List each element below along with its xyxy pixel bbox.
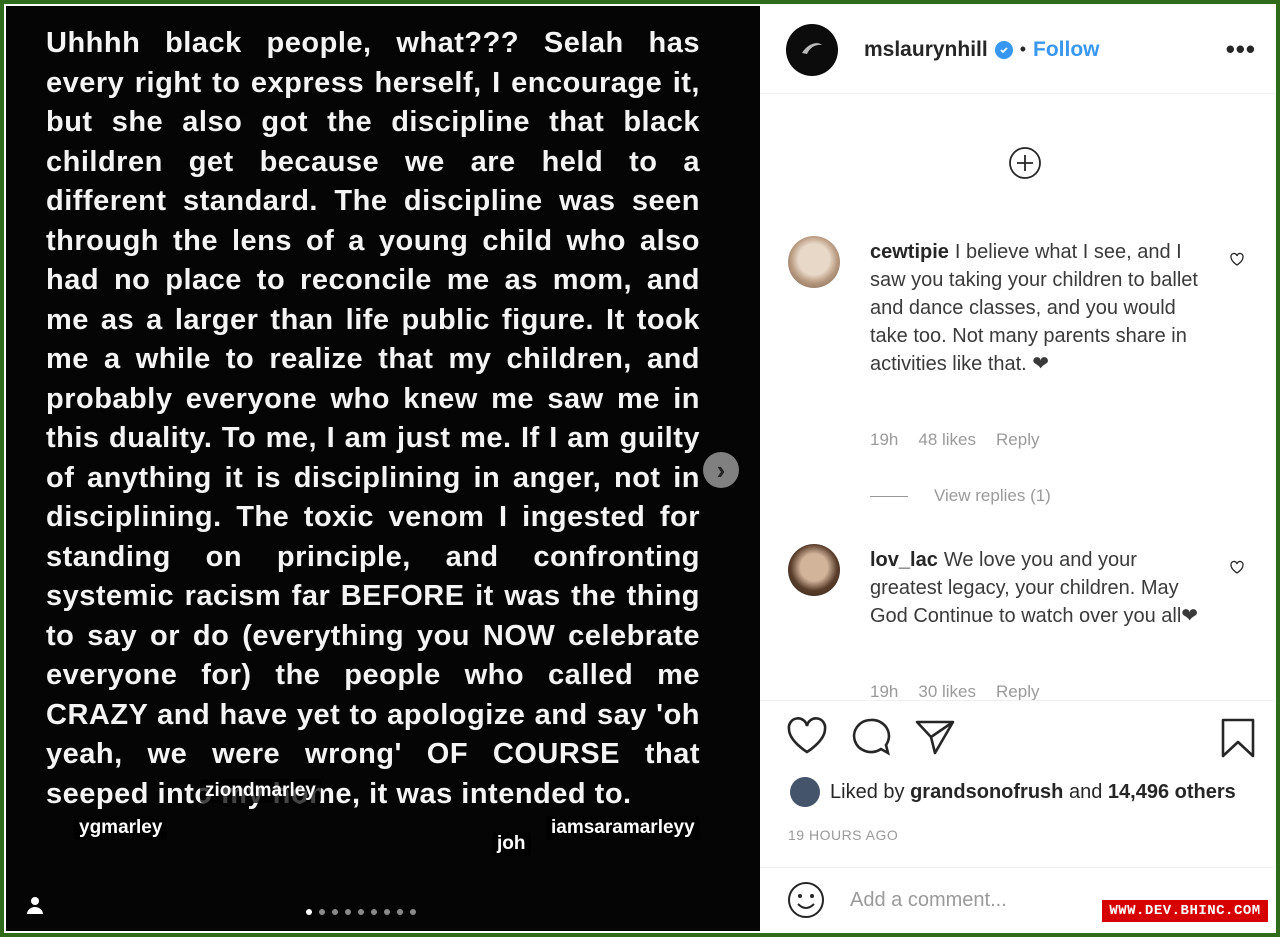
comment-item: lov_lac We love you and your greatest leg…	[788, 544, 1258, 704]
comment-body: lov_lac We love you and your greatest leg…	[870, 546, 1210, 630]
user-tag[interactable]: ziondmarley	[200, 779, 321, 803]
user-tag[interactable]: ygmarley	[74, 816, 168, 840]
carousel-dot	[358, 909, 364, 915]
post-image: Uhhhh black people, what??? Selah has ev…	[6, 6, 760, 931]
liked-by-prefix: Liked by	[830, 780, 905, 803]
action-icons	[786, 717, 956, 757]
comment-likes[interactable]: 30 likes	[918, 682, 976, 702]
liked-by-user[interactable]: grandsonofrush	[910, 781, 1063, 804]
carousel-dot	[345, 909, 351, 915]
comment-username[interactable]: cewtipie	[870, 241, 949, 263]
emoji-icon[interactable]	[786, 880, 826, 920]
divider	[870, 495, 908, 497]
more-options-button[interactable]: •••	[1226, 34, 1256, 65]
reply-button[interactable]: Reply	[996, 682, 1039, 702]
avatar[interactable]	[786, 23, 838, 76]
post-actions: Liked by grandsonofrush and 14,496 other…	[760, 700, 1274, 931]
next-slide-button[interactable]: ›	[703, 452, 739, 488]
liked-by: Liked by grandsonofrush and 14,496 other…	[790, 777, 1236, 807]
comment-item: cewtipie I believe what I see, and I saw …	[788, 236, 1258, 505]
carousel-dot	[332, 909, 338, 915]
carousel-dot	[397, 909, 403, 915]
user-tag[interactable]: joh	[492, 832, 531, 856]
post-timestamp[interactable]: 19 HOURS AGO	[788, 827, 898, 843]
load-more-comments-icon[interactable]	[1008, 146, 1042, 180]
instagram-post-frame: Uhhhh black people, what??? Selah has ev…	[4, 4, 1276, 933]
like-comment-icon[interactable]	[1228, 250, 1246, 268]
verified-badge-icon	[994, 40, 1013, 59]
carousel-dot	[319, 909, 325, 915]
share-paper-plane-icon[interactable]	[914, 717, 956, 757]
bookmark-icon[interactable]	[1220, 717, 1256, 759]
carousel-dots	[306, 909, 416, 915]
comment-bubble-icon[interactable]	[850, 717, 892, 757]
comment-username[interactable]: lov_lac	[870, 549, 938, 571]
separator: •	[1019, 39, 1027, 59]
chevron-right-icon: ›	[716, 454, 726, 485]
watermark: WWW.DEV.BHINC.COM	[1102, 900, 1268, 922]
like-heart-icon[interactable]	[786, 717, 828, 757]
comment-time: 19h	[870, 430, 899, 449]
post-side-panel: mslaurynhill • Follow ••• cewtipie I beli…	[760, 6, 1274, 931]
carousel-dot	[410, 909, 416, 915]
carousel-dot	[371, 909, 377, 915]
avatar[interactable]	[788, 236, 840, 288]
carousel-dot	[384, 909, 390, 915]
profile-logo-icon	[802, 42, 822, 54]
avatar[interactable]	[790, 777, 820, 807]
follow-button[interactable]: Follow	[1033, 38, 1100, 62]
comment-time: 19h	[870, 682, 899, 701]
liked-by-count[interactable]: 14,496 others	[1108, 781, 1236, 804]
user-tag-icon[interactable]	[24, 894, 46, 916]
user-tag[interactable]: iamsaramarleyy	[546, 816, 700, 840]
comment-body: cewtipie I believe what I see, and I saw …	[870, 238, 1210, 378]
comment-meta: 19h 30 likes Reply	[870, 682, 1039, 702]
avatar[interactable]	[788, 544, 840, 596]
post-header: mslaurynhill • Follow •••	[760, 6, 1274, 94]
post-text: Uhhhh black people, what??? Selah has ev…	[46, 27, 700, 810]
username[interactable]: mslaurynhill	[864, 38, 988, 62]
comment-likes[interactable]: 48 likes	[918, 430, 976, 450]
liked-by-and: and	[1068, 780, 1103, 803]
view-replies-label: View replies (1)	[934, 486, 1051, 505]
like-comment-icon[interactable]	[1228, 558, 1246, 576]
view-replies-button[interactable]: View replies (1)	[870, 486, 1051, 506]
carousel-dot	[306, 909, 312, 915]
reply-button[interactable]: Reply	[996, 430, 1039, 450]
comment-meta: 19h 48 likes Reply	[870, 430, 1039, 450]
